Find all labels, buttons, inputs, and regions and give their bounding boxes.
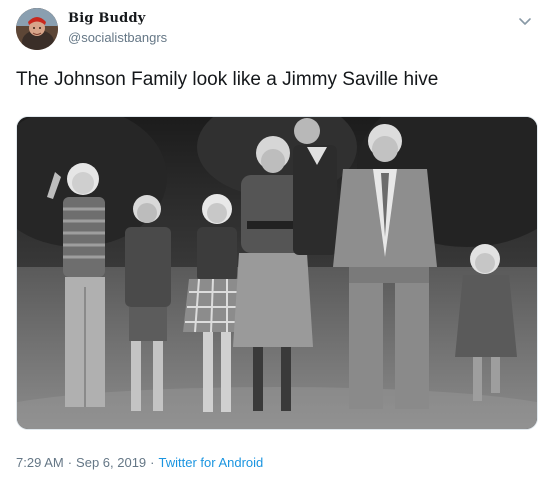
meta-separator: · [150, 455, 155, 470]
profile-avatar[interactable] [16, 8, 58, 50]
user-handle[interactable]: @socialistbangrs [68, 30, 167, 45]
chevron-down-icon[interactable] [518, 14, 532, 28]
tweet-text: The Johnson Family look like a Jimmy Sav… [16, 69, 439, 90]
meta-separator: · [67, 455, 73, 470]
tweet-source-link[interactable]: Twitter for Android [159, 455, 264, 470]
tweet-card: Big Buddy @socialistbangrs The Johnson F… [0, 0, 550, 477]
tweet-time[interactable]: 7:29 AM [16, 455, 64, 470]
tweet-date[interactable]: Sep 6, 2019 [76, 455, 146, 470]
family-photo[interactable] [16, 116, 538, 430]
display-name[interactable]: Big Buddy [68, 11, 146, 26]
tweet-meta: 7:29 AM · Sep 6, 2019 · Twitter for Android [16, 455, 263, 470]
